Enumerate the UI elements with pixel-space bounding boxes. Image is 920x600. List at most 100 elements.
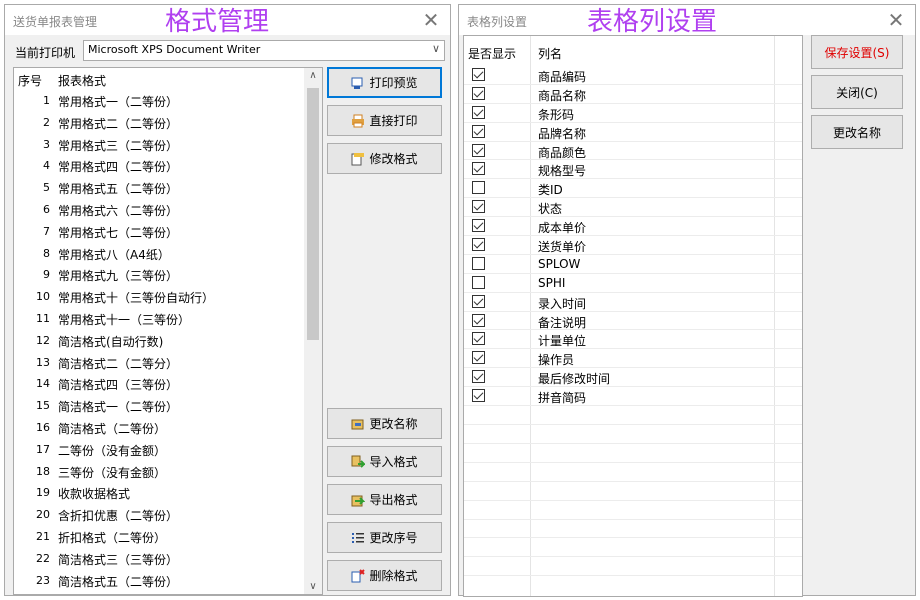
- show-checkbox[interactable]: [472, 86, 485, 100]
- table-row[interactable]: 商品编码: [464, 66, 802, 85]
- show-checkbox[interactable]: [472, 256, 485, 270]
- save-settings-button[interactable]: 保存设置(S): [811, 35, 903, 69]
- item-name: 简洁格式（二等份）: [58, 421, 167, 436]
- scrollbar[interactable]: ∧ ∨: [304, 68, 322, 594]
- item-name: 常用格式八（A4纸）: [58, 247, 170, 262]
- reorder-button[interactable]: 更改序号: [327, 522, 442, 553]
- item-number: 16: [36, 420, 50, 434]
- print-preview-button[interactable]: 打印预览: [327, 67, 442, 98]
- show-checkbox[interactable]: [472, 370, 485, 384]
- chevron-down-icon[interactable]: ∨: [432, 42, 440, 55]
- show-checkbox[interactable]: [472, 124, 485, 138]
- modify-format-label: 修改格式: [369, 152, 418, 166]
- list-item[interactable]: 13 简洁格式二（二等分）: [14, 352, 304, 374]
- table-row[interactable]: 商品名称: [464, 85, 802, 104]
- column-grid[interactable]: 是否显示 列名 商品编码 商品名称 条形码品牌名称 商品颜色 规格型号 类ID 状态 成本单价…: [463, 35, 803, 597]
- show-checkbox[interactable]: [472, 389, 485, 403]
- show-checkbox[interactable]: [472, 238, 485, 252]
- table-row[interactable]: 最后修改时间: [464, 368, 802, 388]
- table-row[interactable]: 条形码: [464, 104, 802, 123]
- list-item[interactable]: 10 常用格式十（三等份自动行）: [14, 286, 304, 308]
- table-row[interactable]: SPHI: [464, 274, 802, 293]
- printer-select[interactable]: Microsoft XPS Document Writer ∨: [83, 40, 445, 61]
- table-row[interactable]: 成本单价: [464, 217, 802, 237]
- delete-format-button[interactable]: 删除格式: [327, 560, 442, 591]
- list-item[interactable]: 3 常用格式三（二等份）: [14, 134, 304, 156]
- close-icon[interactable]: ✕: [420, 9, 442, 31]
- show-checkbox[interactable]: [472, 200, 485, 214]
- format-list[interactable]: 序号 报表格式 1 常用格式一（二等份） 2 常用格式二（二等份） 3 常用格式三（二等份…: [13, 67, 323, 595]
- show-checkbox[interactable]: [472, 332, 485, 346]
- table-row[interactable]: 规格型号: [464, 160, 802, 180]
- list-item[interactable]: 4 常用格式四（二等份）: [14, 155, 304, 177]
- list-item[interactable]: 1 常用格式一（二等份）: [14, 90, 304, 112]
- direct-print-button[interactable]: 直接打印: [327, 105, 442, 136]
- list-item[interactable]: 15 简洁格式一（二等份）: [14, 395, 304, 417]
- table-row[interactable]: 送货单价: [464, 236, 802, 255]
- list-item[interactable]: 20 含折扣优惠（二等份）: [14, 504, 304, 526]
- grid-header: 是否显示 列名: [464, 36, 802, 66]
- close-button[interactable]: 关闭(C): [811, 75, 903, 109]
- list-item[interactable]: 23 简洁格式五（二等份）: [14, 570, 304, 592]
- item-number: 13: [36, 355, 50, 369]
- header-show: 是否显示: [468, 47, 517, 61]
- delete-format-label: 删除格式: [369, 569, 418, 583]
- show-checkbox[interactable]: [472, 351, 485, 365]
- table-row[interactable]: 品牌名称: [464, 123, 802, 142]
- list-item[interactable]: 22 简洁格式三（三等份）: [14, 548, 304, 570]
- modify-format-button[interactable]: 修改格式: [327, 143, 442, 174]
- show-checkbox[interactable]: [472, 162, 485, 176]
- export-format-button[interactable]: 导出格式: [327, 484, 442, 515]
- list-order-icon: [352, 532, 365, 543]
- list-item[interactable]: 21 折扣格式（二等份）: [14, 526, 304, 548]
- column-name: 拼音简码: [538, 391, 587, 406]
- show-checkbox[interactable]: [472, 219, 485, 233]
- list-item[interactable]: 17 二等份（没有金额）: [14, 439, 304, 461]
- list-item[interactable]: 5 常用格式五（二等份）: [14, 177, 304, 199]
- column-name: SPLOW: [538, 256, 581, 271]
- item-name: 常用格式七（二等份）: [58, 225, 179, 240]
- item-number: 21: [36, 529, 50, 543]
- printer-value: Microsoft XPS Document Writer: [88, 43, 261, 56]
- item-name: 简洁格式五（二等份）: [58, 574, 179, 589]
- import-format-button[interactable]: 导入格式: [327, 446, 442, 477]
- rename-button[interactable]: 更改名称: [327, 408, 442, 439]
- table-row[interactable]: 计量单位: [464, 330, 802, 350]
- list-item[interactable]: 9 常用格式九（三等份）: [14, 264, 304, 286]
- list-item[interactable]: 2 常用格式二（二等份）: [14, 112, 304, 134]
- table-row[interactable]: 备注说明: [464, 312, 802, 331]
- rename-button[interactable]: 更改名称: [811, 115, 903, 149]
- list-item[interactable]: 19 收款收据格式: [14, 482, 304, 504]
- scroll-down-icon[interactable]: ∨: [304, 581, 322, 592]
- show-checkbox[interactable]: [472, 105, 485, 119]
- close-icon[interactable]: ✕: [885, 9, 907, 31]
- show-checkbox[interactable]: [472, 143, 485, 157]
- table-row[interactable]: 状态: [464, 198, 802, 218]
- show-checkbox[interactable]: [472, 294, 485, 308]
- table-row[interactable]: 操作员: [464, 349, 802, 369]
- list-item[interactable]: 6 常用格式六（二等份）: [14, 199, 304, 221]
- list-item[interactable]: 12 简洁格式(自动行数): [14, 330, 304, 352]
- column-name: 送货单价: [538, 240, 587, 255]
- list-item[interactable]: 14 简洁格式四（三等份）: [14, 373, 304, 395]
- column-name: 品牌名称: [538, 126, 587, 141]
- list-item[interactable]: 7 常用格式七（二等份）: [14, 221, 304, 243]
- item-number: 17: [36, 442, 50, 456]
- list-item[interactable]: 18 三等份（没有金额）: [14, 461, 304, 483]
- item-number: 22: [36, 551, 50, 565]
- table-row[interactable]: SPLOW: [464, 255, 802, 274]
- table-row[interactable]: 拼音简码: [464, 387, 802, 407]
- show-checkbox[interactable]: [472, 181, 485, 195]
- item-name: 三等份（没有金额）: [58, 465, 167, 480]
- scroll-up-icon[interactable]: ∧: [304, 70, 322, 81]
- show-checkbox[interactable]: [472, 313, 485, 327]
- table-row[interactable]: 录入时间: [464, 293, 802, 312]
- list-item[interactable]: 8 常用格式八（A4纸）: [14, 243, 304, 265]
- scroll-thumb[interactable]: [307, 88, 319, 340]
- show-checkbox[interactable]: [472, 68, 485, 81]
- table-row[interactable]: 商品颜色: [464, 142, 802, 161]
- list-item[interactable]: 16 简洁格式（二等份）: [14, 417, 304, 439]
- list-item[interactable]: 11 常用格式十一（三等份）: [14, 308, 304, 330]
- table-row[interactable]: 类ID: [464, 179, 802, 199]
- show-checkbox[interactable]: [472, 275, 485, 289]
